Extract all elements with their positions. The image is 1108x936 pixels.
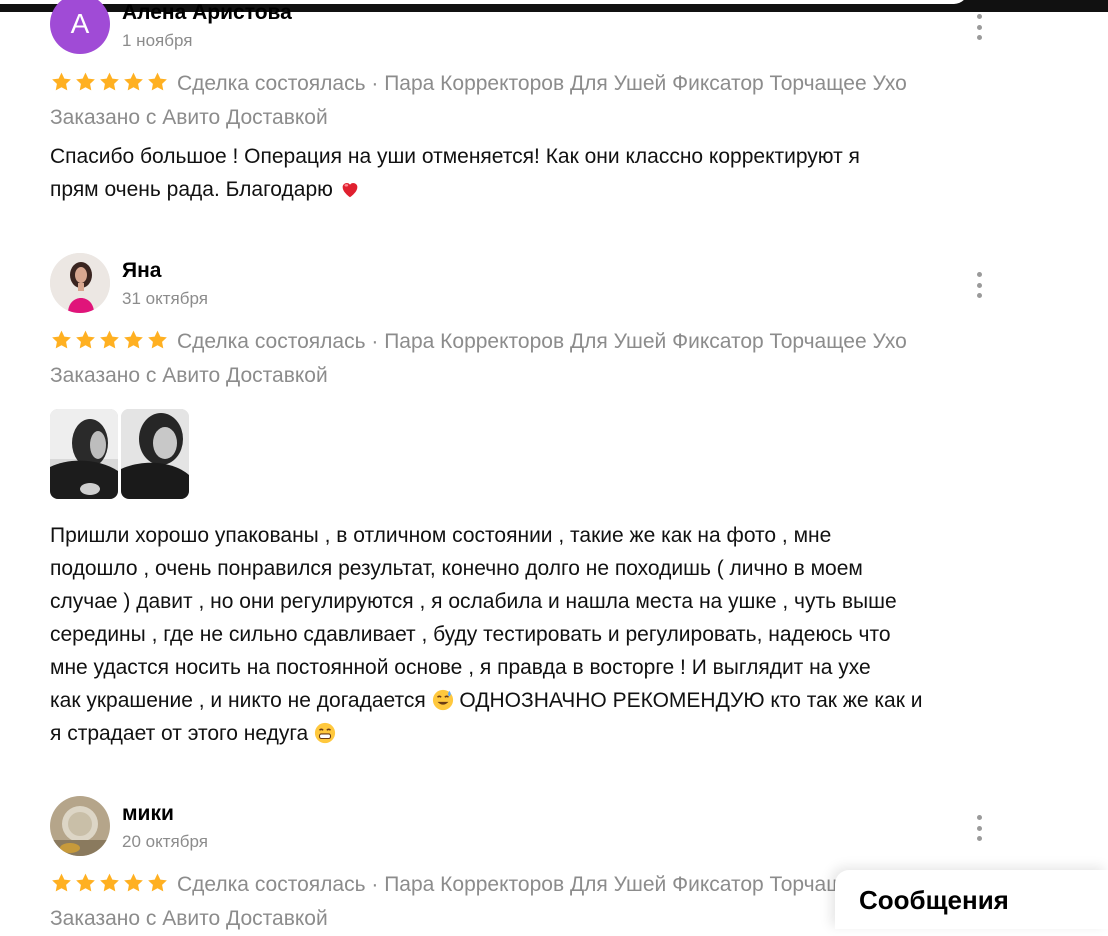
star-icon: [148, 330, 167, 349]
avatar-photo: [50, 253, 110, 313]
review-date: 20 октября: [122, 832, 208, 851]
rating-stars: [50, 872, 169, 894]
star-icon: [52, 873, 71, 892]
review-author: мики: [122, 802, 174, 825]
star-icon: [52, 330, 71, 349]
avatar-letter: А: [70, 8, 90, 39]
star-icon: [124, 330, 143, 349]
rating-stars: [50, 329, 169, 351]
messages-label: Сообщения: [859, 885, 1009, 915]
star-icon: [76, 873, 95, 892]
grin-emoji-icon: [314, 722, 336, 744]
review-author: Алена Аристова: [122, 1, 292, 24]
review-date: 1 ноября: [122, 31, 193, 50]
avatar[interactable]: А: [50, 0, 110, 54]
avatar[interactable]: [50, 253, 110, 313]
star-icon: [76, 330, 95, 349]
review-meta: Сделка состоялась · Пара Корректоров Для…: [50, 325, 1010, 393]
review-photos: [50, 409, 189, 499]
avatar-photo: [50, 796, 110, 856]
star-icon: [52, 72, 71, 91]
more-options-icon[interactable]: [971, 815, 987, 841]
star-icon: [76, 72, 95, 91]
more-options-icon[interactable]: [971, 14, 987, 40]
more-options-icon[interactable]: [971, 272, 987, 298]
star-icon: [100, 72, 119, 91]
review-photo-thumbnail[interactable]: [121, 409, 189, 499]
deal-info: Сделка состоялась · Пара Корректоров Для…: [177, 873, 907, 896]
sweat-smile-emoji-icon: [432, 689, 453, 711]
review-text: Спасибо большое ! Операция на уши отменя…: [50, 145, 860, 201]
star-icon: [124, 873, 143, 892]
delivery-info: Заказано с Авито Доставкой: [50, 106, 328, 129]
delivery-info: Заказано с Авито Доставкой: [50, 364, 328, 387]
heart-emoji-icon: [342, 183, 358, 198]
star-icon: [100, 330, 119, 349]
review-author: Яна: [122, 259, 162, 282]
star-icon: [124, 72, 143, 91]
star-icon: [148, 873, 167, 892]
star-icon: [100, 873, 119, 892]
star-icon: [148, 72, 167, 91]
delivery-info: Заказано с Авито Доставкой: [50, 907, 328, 930]
rating-stars: [50, 71, 169, 93]
deal-info: Сделка состоялась · Пара Корректоров Для…: [177, 330, 907, 353]
review-meta: Сделка состоялась · Пара Корректоров Для…: [50, 67, 1010, 135]
avatar[interactable]: [50, 796, 110, 856]
deal-info: Сделка состоялась · Пара Корректоров Для…: [177, 72, 907, 95]
review-date: 31 октября: [122, 289, 208, 308]
review-photo-thumbnail[interactable]: [50, 409, 118, 499]
review-text: Пришли хорошо упакованы , в отличном сос…: [50, 524, 923, 745]
messages-button[interactable]: Сообщения: [835, 870, 1108, 929]
